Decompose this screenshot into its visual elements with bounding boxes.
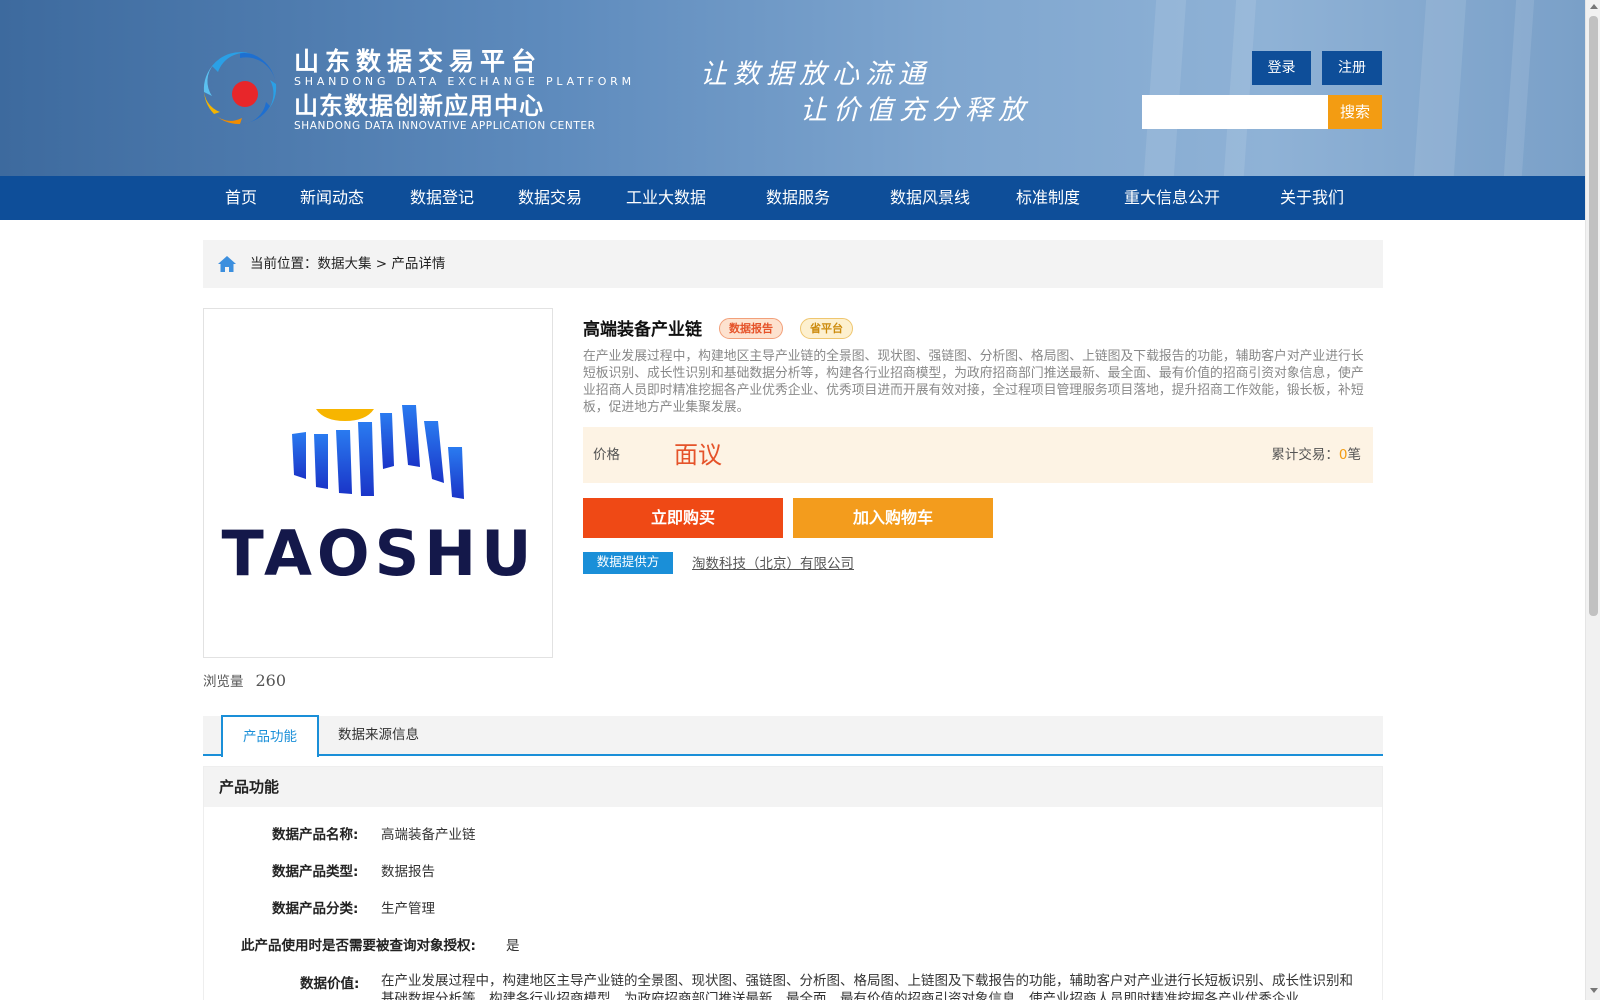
header-banner: 山东数据交易平台 SHANDONG DATA EXCHANGE PLATFORM… xyxy=(0,0,1585,176)
trade-label: 累计交易： xyxy=(1271,447,1339,463)
trade-count: 累计交易：0笔 xyxy=(1271,427,1361,483)
breadcrumb: 当前位置：数据大集 > 产品详情 xyxy=(203,240,1383,288)
breadcrumb-prefix: 当前位置： xyxy=(250,256,318,272)
feature-label-name: 数据产品名称: xyxy=(272,827,359,843)
slogan-line-1: 让数据放心流通 xyxy=(700,59,931,90)
feature-value-authorization: 是 xyxy=(506,938,520,954)
home-icon xyxy=(218,256,236,272)
scroll-thumb[interactable] xyxy=(1589,16,1598,616)
views-label: 浏览量 xyxy=(203,674,244,690)
nav-item-news[interactable]: 新闻动态 xyxy=(300,176,364,220)
breadcrumb-current: 产品详情 xyxy=(391,256,446,272)
brand-subtitle-cn: 山东数据创新应用中心 xyxy=(294,92,544,120)
tab-bar: 产品功能 数据来源信息 xyxy=(203,715,1383,757)
page-scrollbar[interactable] xyxy=(1585,0,1600,1000)
nav-item-data-landscape[interactable]: 数据风景线 xyxy=(890,176,970,220)
tag-data-report: 数据报告 xyxy=(719,318,783,339)
feature-label-value: 数据价值: xyxy=(300,976,360,992)
buy-now-button[interactable]: 立即购买 xyxy=(583,498,783,538)
feature-header: 产品功能 xyxy=(204,767,1382,807)
feature-label-authorization: 此产品使用时是否需要被查询对象授权: xyxy=(241,938,476,954)
nav-item-about-us[interactable]: 关于我们 xyxy=(1280,176,1344,220)
product-image-wordmark: TAOSHU xyxy=(221,517,537,590)
trade-unit: 笔 xyxy=(1347,447,1362,463)
feature-title: 产品功能 xyxy=(219,778,280,796)
feature-value-name: 高端装备产业链 xyxy=(381,827,476,843)
tab-data-source-info[interactable]: 数据来源信息 xyxy=(338,716,419,754)
provider-link[interactable]: 淘数科技（北京）有限公司 xyxy=(692,552,854,572)
taoshu-logo-bars-icon xyxy=(292,405,464,499)
add-to-cart-button[interactable]: 加入购物车 xyxy=(793,498,993,538)
feature-value-value: 在产业发展过程中，构建地区主导产业链的全景图、现状图、强链图、分析图、格局图、上… xyxy=(381,973,1353,1000)
scroll-up-arrow-icon[interactable] xyxy=(1590,4,1598,9)
search-button[interactable]: 搜索 xyxy=(1328,95,1382,129)
search-input[interactable] xyxy=(1142,95,1328,129)
breadcrumb-link-data-market[interactable]: 数据大集 xyxy=(318,256,372,272)
price-label: 价格 xyxy=(593,447,620,463)
tag-province-platform: 省平台 xyxy=(800,318,853,339)
nav-item-data-registration[interactable]: 数据登记 xyxy=(410,176,474,220)
feature-value-category: 生产管理 xyxy=(381,901,435,917)
brand-title-en: SHANDONG DATA EXCHANGE PLATFORM xyxy=(294,75,635,88)
brand-title-cn: 山东数据交易平台 xyxy=(294,47,543,76)
nav-item-industrial-big-data[interactable]: 工业大数据 xyxy=(626,176,706,220)
breadcrumb-separator: > xyxy=(371,256,392,272)
scroll-down-arrow-icon[interactable] xyxy=(1590,988,1598,993)
trade-count-value: 0 xyxy=(1338,447,1348,463)
nav-item-home[interactable]: 首页 xyxy=(225,176,257,220)
brand-text: 山东数据交易平台 SHANDONG DATA EXCHANGE PLATFORM… xyxy=(294,47,635,133)
nav-item-data-trading[interactable]: 数据交易 xyxy=(518,176,582,220)
feature-panel: 产品功能 数据产品名称: 高端装备产业链 数据产品类型: 数据报告 数据产品分类… xyxy=(203,766,1383,1000)
swirl-logo-icon[interactable] xyxy=(200,48,280,128)
nav-item-disclosure[interactable]: 重大信息公开 xyxy=(1124,176,1220,220)
nav-item-data-services[interactable]: 数据服务 xyxy=(766,176,830,220)
main-nav: 首页 新闻动态 数据登记 数据交易 工业大数据 数据服务 数据风景线 标准制度 … xyxy=(0,176,1585,220)
product-description: 在产业发展过程中，构建地区主导产业链的全景图、现状图、强链图、分析图、格局图、上… xyxy=(583,349,1364,415)
register-button[interactable]: 注册 xyxy=(1322,51,1382,85)
product-title: 高端装备产业链 xyxy=(583,320,702,340)
price-box: 价格 面议 累计交易：0笔 xyxy=(583,427,1373,483)
login-button[interactable]: 登录 xyxy=(1252,51,1311,85)
tab-product-features[interactable]: 产品功能 xyxy=(221,715,319,757)
page: 山东数据交易平台 SHANDONG DATA EXCHANGE PLATFORM… xyxy=(0,0,1600,1000)
provider-label: 数据提供方 xyxy=(583,552,673,574)
feature-label-type: 数据产品类型: xyxy=(272,864,359,880)
product-image: TAOSHU xyxy=(203,308,553,658)
brand-subtitle-en: SHANDONG DATA INNOVATIVE APPLICATION CEN… xyxy=(294,120,596,132)
views-count: 260 xyxy=(255,671,287,690)
nav-item-standards[interactable]: 标准制度 xyxy=(1016,176,1080,220)
slogan-line-2: 让价值充分释放 xyxy=(800,95,1031,126)
views-counter: 浏览量 260 xyxy=(203,670,286,690)
breadcrumb-text: 当前位置：数据大集 > 产品详情 xyxy=(250,240,445,288)
feature-label-category: 数据产品分类: xyxy=(272,901,359,917)
feature-value-type: 数据报告 xyxy=(381,864,435,880)
price-value: 面议 xyxy=(674,441,722,469)
